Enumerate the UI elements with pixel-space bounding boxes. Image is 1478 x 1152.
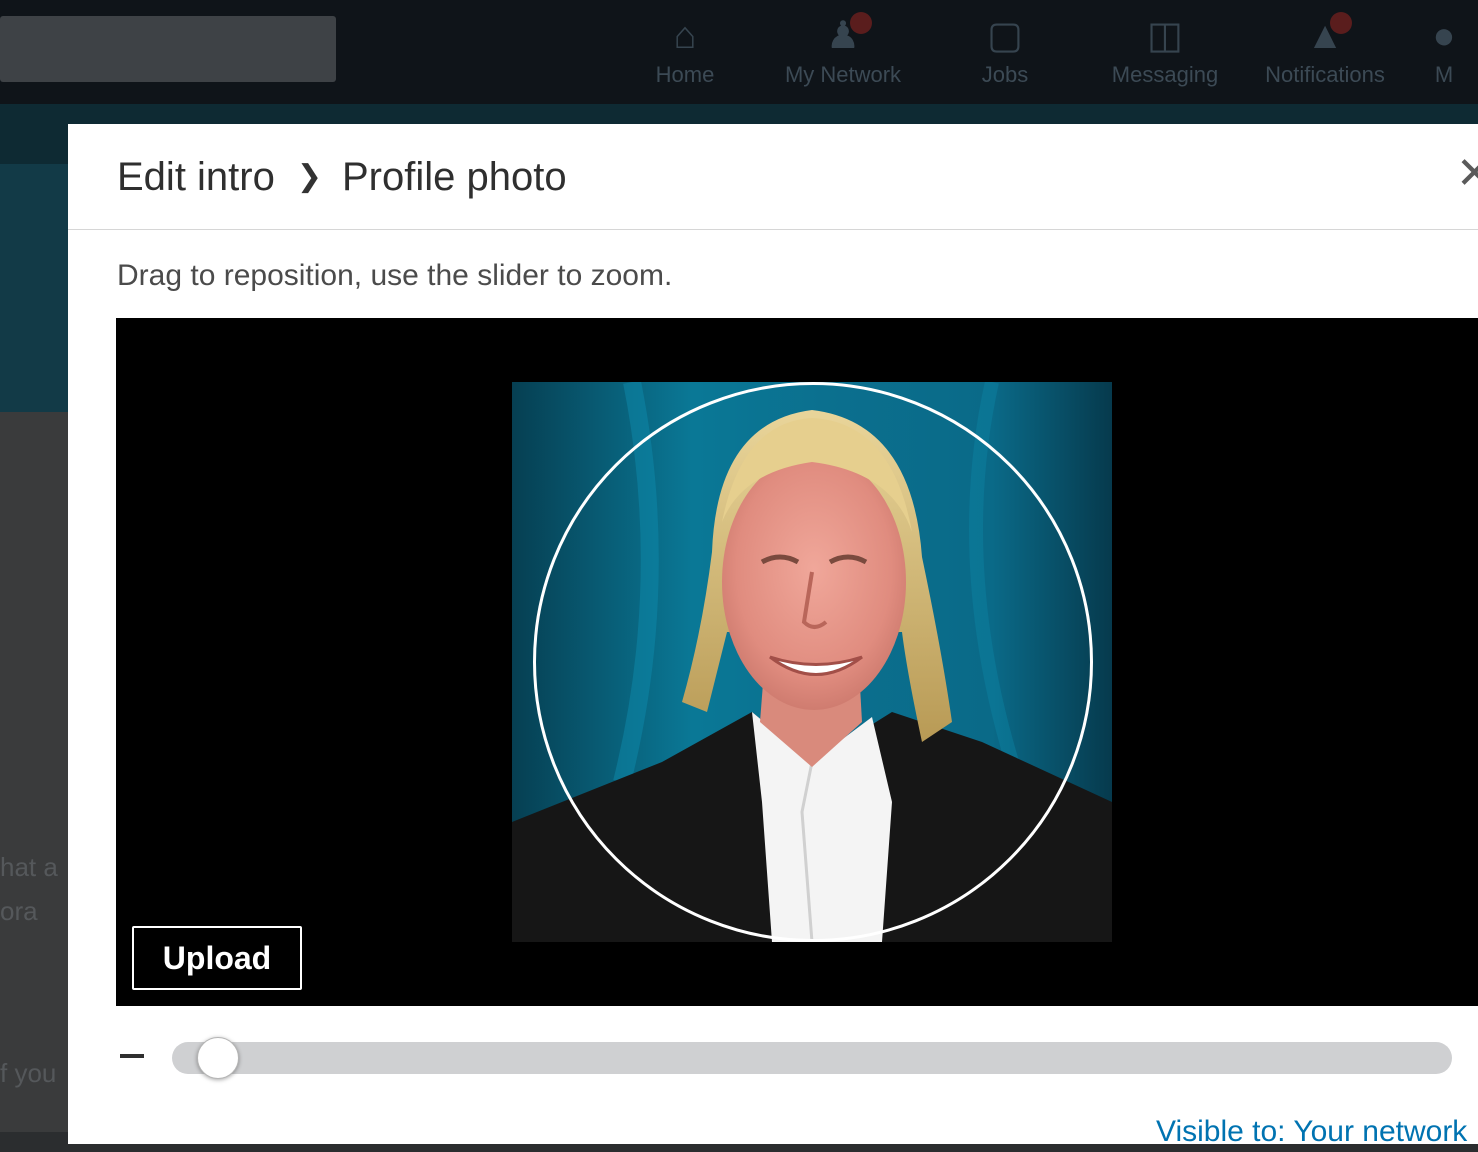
nav-item-my-network: ♟ My Network: [778, 10, 908, 100]
close-button[interactable]: ✕: [1456, 152, 1478, 196]
briefcase-icon: ▢: [987, 15, 1023, 57]
home-icon: ⌂: [673, 15, 697, 57]
nav-label: Home: [655, 62, 715, 87]
profile-photo-modal: Edit intro ❯ Profile photo ✕ Drag to repos…: [68, 124, 1478, 1148]
nav-label: Messaging: [1111, 62, 1219, 87]
breadcrumb-edit-intro[interactable]: Edit intro: [117, 155, 275, 199]
nav-label: My Network: [784, 62, 902, 87]
messaging-icon: ◫: [1147, 15, 1183, 57]
notification-badge: [850, 12, 872, 34]
breadcrumb-profile-photo: Profile photo: [342, 155, 567, 199]
background-text: ora: [0, 896, 38, 926]
search-bar: [0, 16, 336, 82]
network-icon: ♟: [825, 15, 861, 57]
close-icon: ✕: [1456, 152, 1478, 196]
nav-label: M: [1434, 62, 1454, 87]
zoom-out-icon[interactable]: [120, 1054, 144, 1058]
profile-banner: [0, 164, 70, 412]
nav-item-notifications: ▲ Notifications: [1260, 10, 1390, 100]
global-nav: ⌂ Home ♟ My Network ▢ Jobs ◫ Messaging ▲…: [0, 0, 1478, 104]
upload-button[interactable]: Upload: [132, 926, 302, 990]
zoom-slider[interactable]: [172, 1037, 1452, 1079]
nav-item-jobs: ▢ Jobs: [940, 10, 1070, 100]
modal-header: Edit intro ❯ Profile photo ✕: [68, 124, 1478, 230]
nav-item-home: ⌂ Home: [620, 10, 750, 100]
nav-label: Jobs: [981, 62, 1029, 87]
me-icon: ●: [1432, 15, 1456, 57]
zoom-slider-thumb[interactable]: [197, 1037, 239, 1079]
nav-item-messaging: ◫ Messaging: [1100, 10, 1230, 100]
instruction-text: Drag to reposition, use the slider to zo…: [117, 259, 673, 292]
background-text: f you: [0, 1058, 57, 1088]
photo-editor-canvas[interactable]: Upload: [116, 318, 1478, 1006]
chevron-right-icon: ❯: [296, 160, 322, 193]
visibility-setting-link[interactable]: Visible to: Your network: [1156, 1112, 1467, 1152]
nav-item-me: ● M: [1410, 10, 1478, 100]
bell-icon: ▲: [1306, 15, 1344, 57]
notification-badge: [1330, 12, 1352, 34]
crop-circle-guide: [533, 382, 1093, 942]
background-text: hat a: [0, 852, 58, 882]
breadcrumb: Edit intro ❯ Profile photo: [117, 152, 567, 202]
nav-label: Notifications: [1265, 62, 1385, 87]
